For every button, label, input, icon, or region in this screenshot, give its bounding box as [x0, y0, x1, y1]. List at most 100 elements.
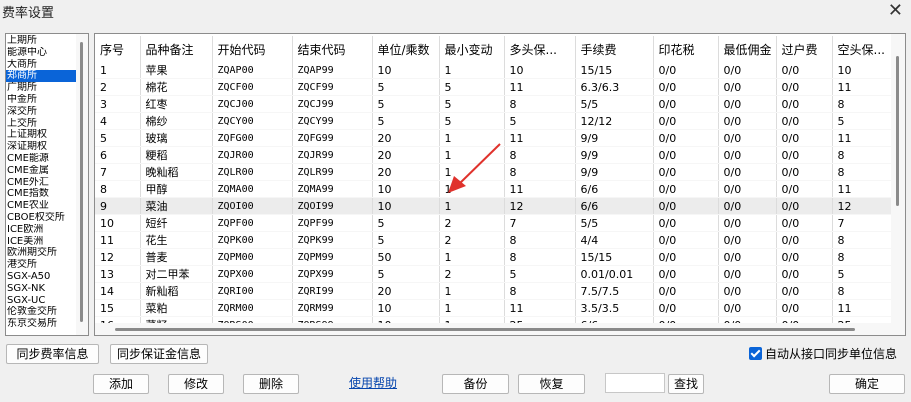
exchange-list-item[interactable]: 欧洲期交所 — [6, 247, 76, 259]
table-cell: 8 — [832, 163, 894, 181]
exchange-list-item[interactable]: 大商所 — [6, 59, 76, 71]
exchange-list-item[interactable]: CME金属 — [6, 165, 76, 177]
sync-margin-button[interactable]: 同步保证金信息 — [110, 344, 208, 364]
exchange-list-scrollbar[interactable] — [76, 34, 88, 335]
table-row[interactable]: 2 棉花 ZQCF00 ZQCF99 5 5 11 6.3/6.3 0/0 0/0 0/0 11 — [95, 78, 894, 96]
table-cell: ZQCY00 — [212, 112, 293, 130]
column-header[interactable]: 印花税 — [653, 36, 719, 62]
table-cell: 5 — [372, 214, 440, 232]
exchange-list-item[interactable]: 上交所 — [6, 118, 76, 130]
table-cell: 6.3/6.3 — [575, 78, 654, 96]
table-cell: ZQOI00 — [212, 197, 293, 215]
find-button[interactable]: 查找 — [668, 374, 704, 394]
table-cell: 10 — [372, 299, 440, 317]
table-cell: ZQCF00 — [212, 78, 293, 96]
table-cell: 6 — [95, 146, 141, 164]
column-header[interactable]: 序号 — [95, 36, 141, 62]
table-row[interactable]: 15 菜粕 ZQRM00 ZQRM99 10 1 11 3.5/3.5 0/0 0/0 0/0 11 — [95, 299, 894, 317]
auto-sync-checkbox[interactable]: 自动从接口同步单位信息 — [749, 345, 897, 362]
table-cell: ZQMA99 — [292, 180, 373, 198]
delete-button[interactable]: 删除 — [243, 374, 299, 394]
table-row[interactable]: 14 新籼稻 ZQRI00 ZQRI99 20 1 8 7.5/7.5 0/0 0/0 0/0 8 — [95, 282, 894, 300]
table-cell: 8 — [504, 248, 576, 266]
table-cell: 0/0 — [653, 112, 719, 130]
exchange-list-item[interactable]: ICE欧洲 — [6, 224, 76, 236]
exchange-list-item[interactable]: 伦敦金交所 — [6, 306, 76, 318]
exchange-list-item[interactable]: SGX-A50 — [6, 271, 76, 283]
exchange-list-scroll-thumb[interactable] — [80, 42, 83, 322]
exchange-list-item[interactable]: 上期所 — [6, 35, 76, 47]
column-header[interactable]: 开始代码 — [212, 36, 293, 62]
backup-button[interactable]: 备份 — [442, 374, 509, 394]
column-header[interactable]: 结束代码 — [292, 36, 373, 62]
exchange-list[interactable]: 上期所 能源中心 大商所 郑商所 广期所 中金所 深交所 上交所 上证期权 深证期权 CME能源 CM… — [5, 33, 89, 336]
exchange-list-item[interactable]: 上证期权 — [6, 129, 76, 141]
table-cell: 10 — [372, 62, 440, 79]
table-row[interactable]: 12 普麦 ZQPM00 ZQPM99 50 1 8 15/15 0/0 0/0 0/0 8 — [95, 248, 894, 266]
table-horizontal-scroll-thumb[interactable] — [115, 328, 855, 331]
table-cell: 0/0 — [653, 248, 719, 266]
table-cell: 11 — [95, 231, 141, 249]
column-header[interactable]: 手续费 — [575, 36, 654, 62]
table-cell: ZQOI99 — [292, 197, 373, 215]
column-header[interactable]: 最小变动 — [439, 36, 505, 62]
table-row[interactable]: 9 菜油 ZQOI00 ZQOI99 10 1 12 6/6 0/0 0/0 0/0 12 — [95, 197, 894, 215]
exchange-list-item[interactable]: SGX-NK — [6, 283, 76, 295]
table-cell: 12 — [504, 197, 576, 215]
table-cell: 甲醇 — [140, 180, 213, 198]
table-cell: 0/0 — [776, 180, 833, 198]
table-cell: 5 — [504, 112, 576, 130]
table-cell: 2 — [95, 78, 141, 96]
table-row[interactable]: 3 红枣 ZQCJ00 ZQCJ99 5 5 8 5/5 0/0 0/0 0/0 8 — [95, 95, 894, 113]
exchange-list-item[interactable]: 中金所 — [6, 94, 76, 106]
table-row[interactable]: 11 花生 ZQPK00 ZQPK99 5 2 8 4/4 0/0 0/0 0/0 8 — [95, 231, 894, 249]
table-cell: 0/0 — [653, 299, 719, 317]
table-cell: 0/0 — [718, 197, 777, 215]
ok-button[interactable]: 确定 — [829, 374, 905, 394]
column-header[interactable]: 最低佣金 — [718, 36, 777, 62]
column-header[interactable]: 多头保... — [504, 36, 576, 62]
column-header[interactable]: 单位/乘数 — [372, 36, 440, 62]
exchange-list-item[interactable]: CME农业 — [6, 200, 76, 212]
exchange-list-item[interactable]: 深证期权 — [6, 141, 76, 153]
table-row[interactable]: 13 对二甲苯 ZQPX00 ZQPX99 5 2 5 0.01/0.01 0/0 0/0 0/0 5 — [95, 265, 894, 283]
exchange-list-item[interactable]: 东京交易所 — [6, 318, 76, 330]
table-cell: 0/0 — [653, 78, 719, 96]
exchange-list-item[interactable]: CME外汇 — [6, 177, 76, 189]
table-cell: ZQJR00 — [212, 146, 293, 164]
exchange-list-item[interactable]: ICE美洲 — [6, 236, 76, 248]
table-vertical-scrollbar[interactable] — [891, 34, 905, 335]
table-cell: 11 — [504, 78, 576, 96]
table-row[interactable]: 10 短纤 ZQPF00 ZQPF99 5 2 7 5/5 0/0 0/0 0/0 7 — [95, 214, 894, 232]
exchange-list-item[interactable]: CBOE权交所 — [6, 212, 76, 224]
table-cell: 5 — [95, 129, 141, 147]
exchange-list-item[interactable]: 港交所 — [6, 259, 76, 271]
table-cell: 1 — [95, 62, 141, 79]
table-row[interactable]: 4 棉纱 ZQCY00 ZQCY99 5 5 5 12/12 0/0 0/0 0/0 5 — [95, 112, 894, 130]
table-cell: 13 — [95, 265, 141, 283]
sync-fee-button[interactable]: 同步费率信息 — [6, 344, 99, 364]
exchange-list-item[interactable]: 能源中心 — [6, 47, 76, 59]
column-header[interactable]: 过户费 — [776, 36, 833, 62]
exchange-list-item[interactable]: 广期所 — [6, 82, 76, 94]
exchange-list-item[interactable]: SGX-UC — [6, 295, 76, 307]
help-link[interactable]: 使用帮助 — [349, 374, 397, 391]
checkbox-checked-icon[interactable] — [749, 347, 762, 360]
table-cell: 短纤 — [140, 214, 213, 232]
table-vertical-scroll-thumb[interactable] — [896, 56, 899, 206]
table-cell: 15 — [95, 299, 141, 317]
table-horizontal-scrollbar[interactable] — [95, 323, 905, 335]
column-header[interactable]: 空头保... — [832, 36, 894, 62]
exchange-list-item[interactable]: 郑商所 — [6, 70, 76, 83]
edit-button[interactable]: 修改 — [168, 374, 224, 394]
find-input[interactable] — [605, 373, 665, 393]
exchange-list-item[interactable]: 深交所 — [6, 106, 76, 118]
exchange-list-item[interactable]: CME指数 — [6, 188, 76, 200]
table-row[interactable]: 1 苹果 ZQAP00 ZQAP99 10 1 10 15/15 0/0 0/0 0/0 10 — [95, 62, 894, 79]
close-icon[interactable]: ✕ — [888, 0, 903, 22]
table-cell: ZQRI99 — [292, 282, 373, 300]
restore-button[interactable]: 恢复 — [518, 374, 585, 394]
exchange-list-item[interactable]: CME能源 — [6, 153, 76, 165]
add-button[interactable]: 添加 — [93, 374, 149, 394]
column-header[interactable]: 品种备注 — [140, 36, 213, 62]
